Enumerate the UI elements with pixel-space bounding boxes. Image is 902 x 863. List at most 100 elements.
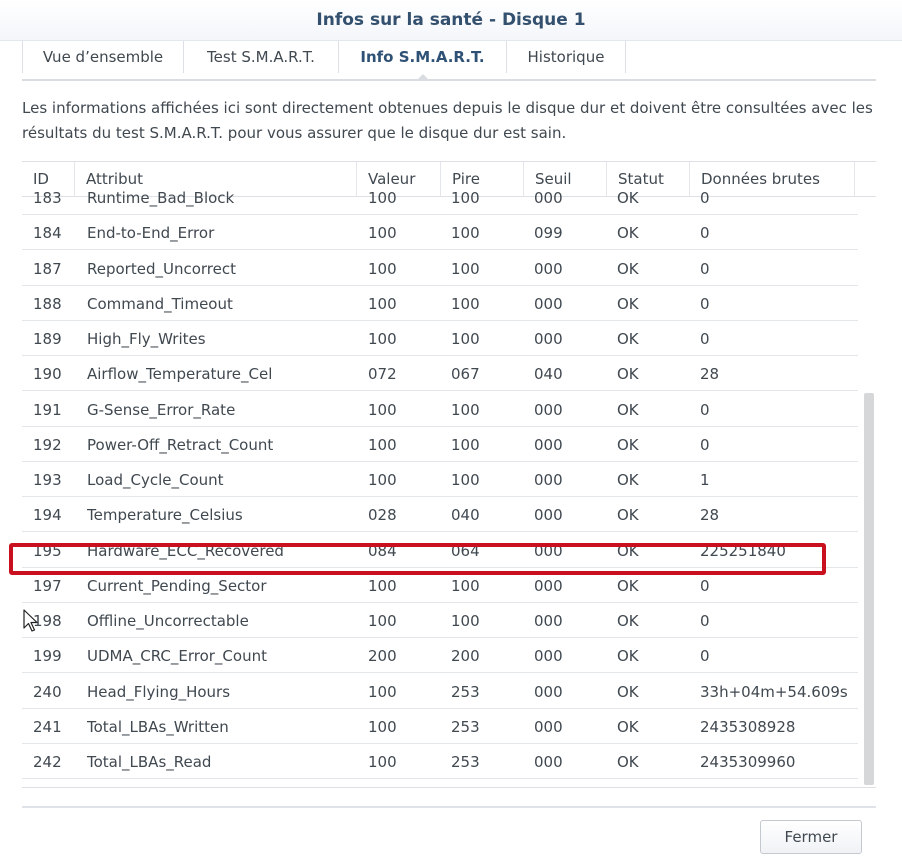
cell-worst: 100 xyxy=(451,294,480,313)
tab-history[interactable]: Historique xyxy=(506,41,626,73)
cell-threshold: 000 xyxy=(534,294,563,313)
table-row[interactable]: 242 Total_LBAs_Read 100 253 000 OK 2435309960 xyxy=(22,745,858,779)
cell-threshold: 000 xyxy=(534,682,563,701)
cell-status: OK xyxy=(617,506,639,525)
table-row[interactable]: 241 Total_LBAs_Written 100 253 000 OK 24353089… xyxy=(22,710,858,744)
cell-worst: 100 xyxy=(451,224,480,243)
table-row[interactable]: 187 Reported_Uncorrect 100 100 000 OK 0 xyxy=(22,252,858,286)
cell-attribute: Load_Cycle_Count xyxy=(87,471,224,489)
cell-threshold: 000 xyxy=(534,400,563,419)
table-row[interactable]: 240 Head_Flying_Hours 100 253 000 OK 33h+04m+5… xyxy=(22,675,858,709)
cell-worst: 200 xyxy=(451,647,480,666)
table-row[interactable]: 192 Power-Off_Retract_Count 100 100 000 OK 0 xyxy=(22,428,858,462)
cell-attribute: End-to-End_Error xyxy=(87,224,215,243)
cell-value: 100 xyxy=(368,259,397,278)
tab-overview[interactable]: Vue d’ensemble xyxy=(22,41,183,73)
cell-value: 100 xyxy=(368,294,397,313)
cell-worst: 067 xyxy=(451,365,480,384)
close-button[interactable]: Fermer xyxy=(760,820,862,854)
cell-attribute: UDMA_CRC_Error_Count xyxy=(87,647,267,666)
tab-smart-test[interactable]: Test S.M.A.R.T. xyxy=(183,41,338,73)
cell-threshold: 000 xyxy=(534,717,563,736)
cell-worst: 100 xyxy=(451,435,480,454)
cell-value: 100 xyxy=(368,189,397,207)
table-row[interactable]: 189 High_Fly_Writes 100 100 000 OK 0 xyxy=(22,322,858,356)
cell-status: OK xyxy=(617,365,639,384)
cell-attribute: High_Fly_Writes xyxy=(87,330,206,348)
cell-value: 100 xyxy=(368,471,397,489)
table-row[interactable]: 194 Temperature_Celsius 028 040 000 OK 28 xyxy=(22,498,858,533)
cell-raw-data: 28 xyxy=(700,365,720,384)
cell-id: 192 xyxy=(33,435,62,454)
cell-raw-data: 2435309960 xyxy=(700,753,796,771)
cell-id: 199 xyxy=(33,647,62,666)
cell-raw-data: 0 xyxy=(700,647,710,666)
table-row[interactable]: 190 Airflow_Temperature_Cel 072 067 040 OK 28 xyxy=(22,357,858,392)
cell-id: 242 xyxy=(33,753,62,771)
cell-attribute: Power-Off_Retract_Count xyxy=(87,435,274,454)
cell-id: 184 xyxy=(33,224,62,243)
cell-raw-data: 0 xyxy=(700,612,710,630)
cell-value: 100 xyxy=(368,224,397,243)
cell-value: 100 xyxy=(368,400,397,419)
cell-threshold: 040 xyxy=(534,365,563,384)
vertical-scrollbar[interactable] xyxy=(864,393,874,785)
cell-id: 190 xyxy=(33,365,62,384)
cell-raw-data: 2435308928 xyxy=(700,717,796,736)
table-row[interactable]: 193 Load_Cycle_Count 100 100 000 OK 1 xyxy=(22,463,858,497)
cell-attribute: Temperature_Celsius xyxy=(87,506,243,525)
cell-value: 100 xyxy=(368,682,397,701)
table-row[interactable]: 188 Command_Timeout 100 100 000 OK 0 xyxy=(22,287,858,321)
cell-worst: 253 xyxy=(451,753,480,771)
tab-bar: Vue d’ensemble Test S.M.A.R.T. Info S.M.… xyxy=(22,41,876,81)
cell-worst: 040 xyxy=(451,506,480,525)
cell-id: 183 xyxy=(33,189,62,207)
cell-raw-data: 0 xyxy=(700,224,710,243)
cell-raw-data: 0 xyxy=(700,294,710,313)
cell-value: 100 xyxy=(368,753,397,771)
cell-attribute: G-Sense_Error_Rate xyxy=(87,400,236,419)
cell-id: 191 xyxy=(33,400,62,419)
cell-raw-data: 0 xyxy=(700,435,710,454)
cell-threshold: 000 xyxy=(534,330,563,348)
cell-value: 100 xyxy=(368,612,397,630)
tab-smart-info[interactable]: Info S.M.A.R.T. xyxy=(338,41,506,81)
cell-status: OK xyxy=(617,224,639,243)
cell-attribute: Total_LBAs_Read xyxy=(87,753,212,771)
cell-status: OK xyxy=(617,259,639,278)
cell-status: OK xyxy=(617,471,639,489)
cell-status: OK xyxy=(617,189,639,207)
cell-attribute: Head_Flying_Hours xyxy=(87,682,231,701)
cell-id: 189 xyxy=(33,330,62,348)
cell-attribute: Command_Timeout xyxy=(87,294,233,313)
table-row[interactable]: 183 Runtime_Bad_Block 100 100 000 OK 0 xyxy=(22,181,858,215)
cell-status: OK xyxy=(617,330,639,348)
table-row[interactable]: 199 UDMA_CRC_Error_Count 200 200 000 OK 0 xyxy=(22,639,858,674)
mouse-cursor-icon xyxy=(23,609,38,632)
cell-status: OK xyxy=(617,435,639,454)
footer-divider xyxy=(22,806,876,808)
description-text: Les informations affichées ici sont dire… xyxy=(22,99,873,142)
table-row[interactable]: 198 Offline_Uncorrectable 100 100 000 OK 0 xyxy=(22,604,858,638)
window-title-bar: Infos sur la santé - Disque 1 xyxy=(0,0,902,41)
cell-status: OK xyxy=(617,753,639,771)
cell-status: OK xyxy=(617,294,639,313)
cell-attribute: Total_LBAs_Written xyxy=(87,717,229,736)
cell-status: OK xyxy=(617,682,639,701)
cell-value: 072 xyxy=(368,365,397,384)
cell-worst: 100 xyxy=(451,400,480,419)
cell-worst: 100 xyxy=(451,189,480,207)
cell-raw-data: 0 xyxy=(700,189,710,207)
table-row[interactable]: 191 G-Sense_Error_Rate 100 100 000 OK 0 xyxy=(22,393,858,427)
cell-id: 240 xyxy=(33,682,62,701)
cell-attribute: Reported_Uncorrect xyxy=(87,259,236,278)
cell-threshold: 000 xyxy=(534,506,563,525)
cell-value: 028 xyxy=(368,506,397,525)
table-row[interactable]: 184 End-to-End_Error 100 100 099 OK 0 xyxy=(22,216,858,251)
cell-id: 188 xyxy=(33,294,62,313)
cell-worst: 100 xyxy=(451,259,480,278)
cell-raw-data: 0 xyxy=(700,259,710,278)
cell-worst: 253 xyxy=(451,717,480,736)
cell-raw-data: 0 xyxy=(700,400,710,419)
cell-status: OK xyxy=(617,612,639,630)
